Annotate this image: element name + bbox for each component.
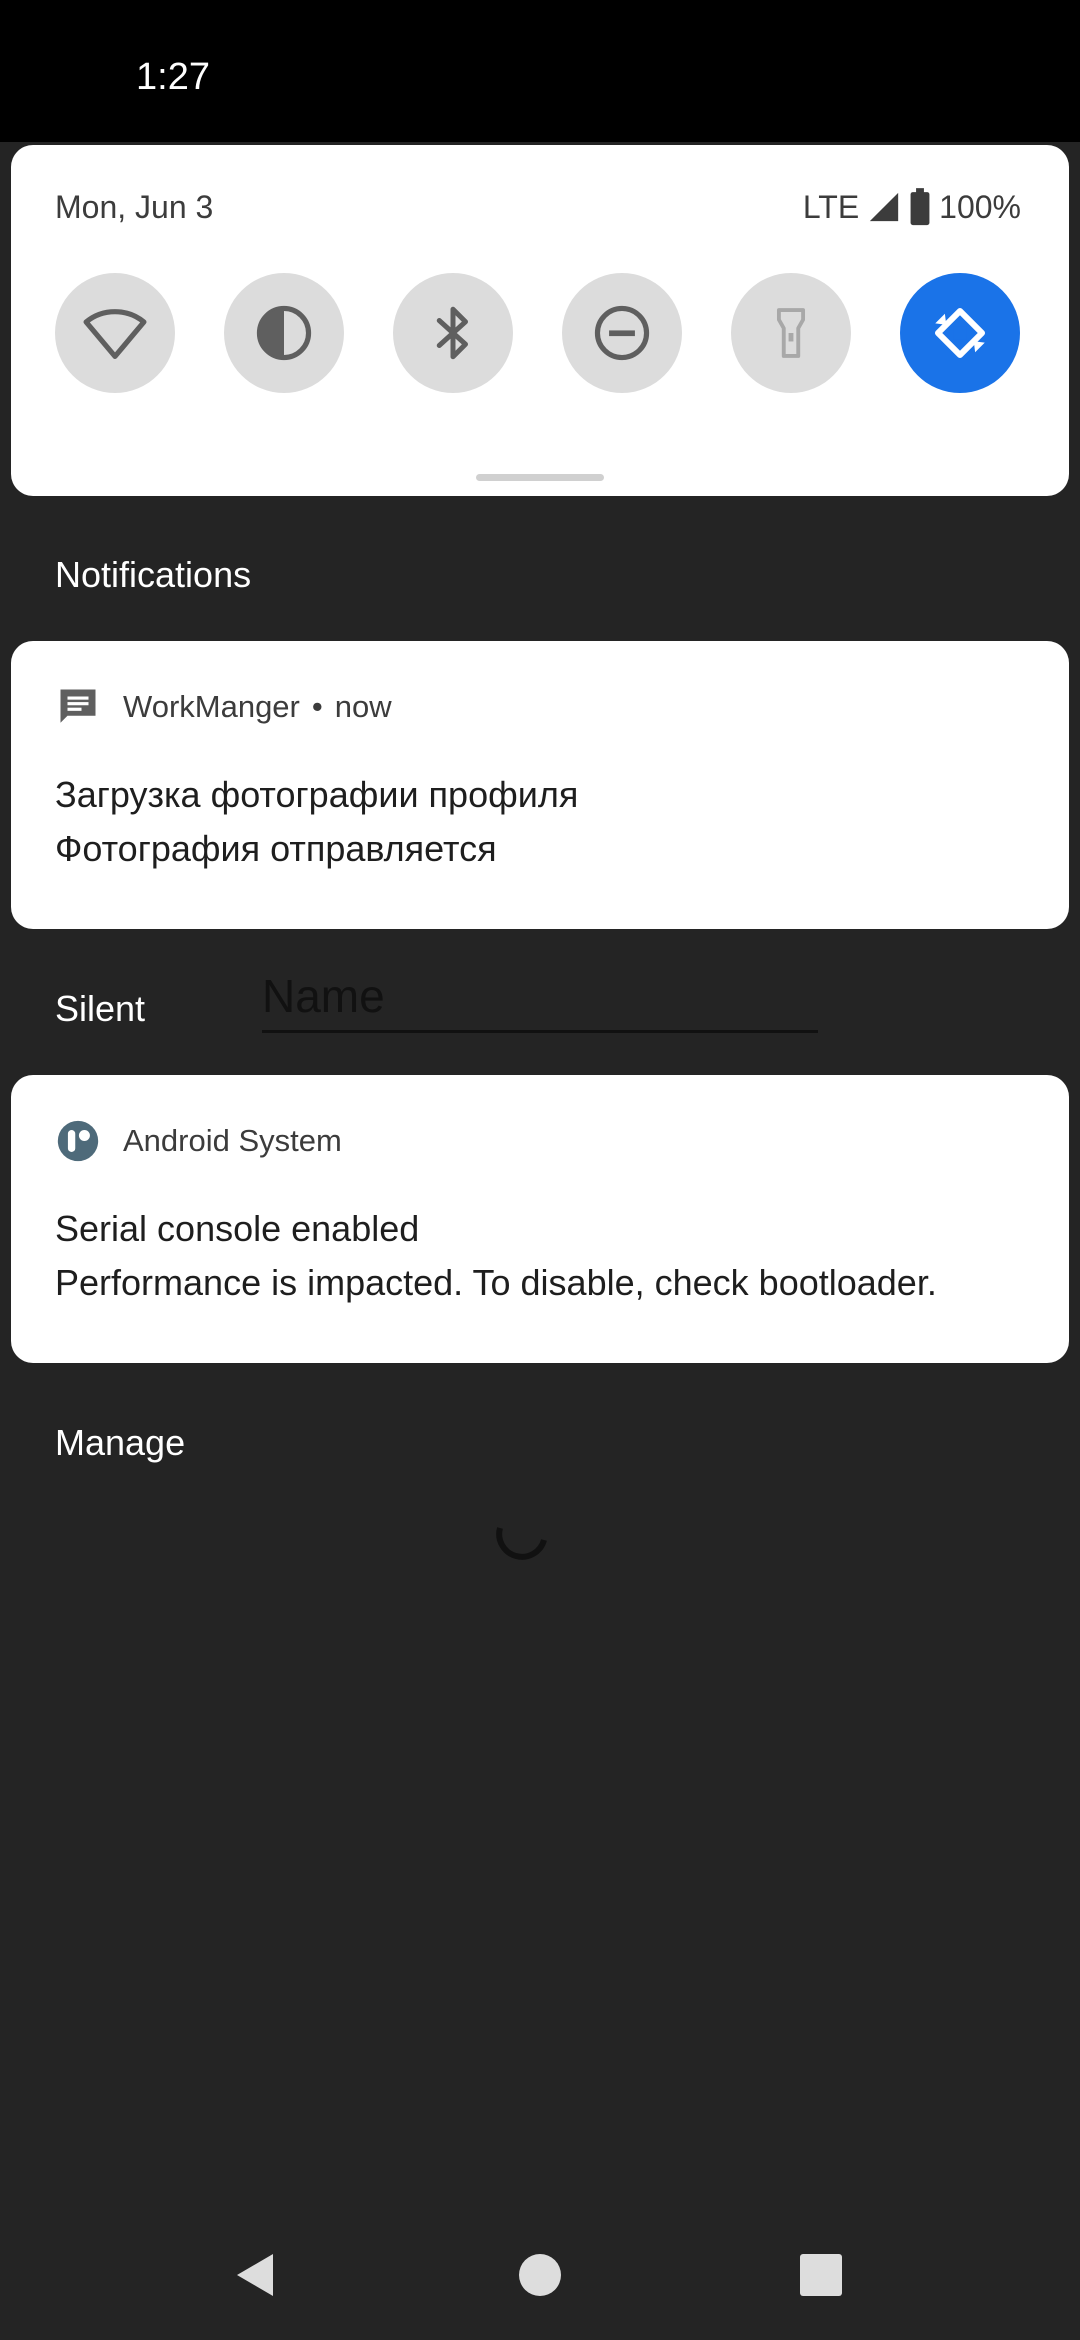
silent-header: Silent [55,988,146,1029]
flashlight-tile[interactable] [731,273,851,393]
notification-time: now [334,689,392,724]
auto-rotate-tile[interactable] [900,273,1020,393]
flashlight-icon [776,308,806,358]
bluetooth-icon [436,306,468,360]
wifi-icon [83,309,147,359]
notification-header: Android System [55,1119,342,1163]
notification-title: Serial console enabled [55,1208,420,1249]
nav-recents-button[interactable] [771,2220,871,2330]
notification-header: WorkManger • now [55,685,392,729]
android-system-icon [55,1119,101,1163]
notification-text: Фотография отправляется [55,828,497,869]
notification-app-name: Android System [123,1123,342,1158]
home-icon [519,2254,561,2296]
loading-spinner-icon [496,1527,547,1560]
name-input[interactable] [262,962,818,1033]
notification-app-name: WorkManger [123,689,300,724]
status-bar-time: 1:27 [136,56,210,98]
nav-back-button[interactable] [206,2220,306,2330]
quick-settings-date[interactable]: Mon, Jun 3 [55,187,213,227]
header-separator: • [311,689,323,724]
do-not-disturb-icon [594,305,650,361]
notification-title: Загрузка фотографии профиля [55,774,579,815]
auto-rotate-icon [934,307,986,359]
manage-notifications-button[interactable]: Manage [55,1421,185,1465]
status-bar: 1:27 [0,0,1080,142]
back-icon [237,2254,273,2296]
nav-home-button[interactable] [490,2220,590,2330]
wifi-tile[interactable] [55,273,175,393]
network-type-label: LTE [802,188,860,225]
recents-icon [800,2254,842,2296]
notification-card-android-system[interactable]: Android System Serial console enabled Pe… [11,1075,1069,1363]
quick-settings-status: LTE 100% [803,185,1021,229]
invert-colors-icon [256,305,312,361]
quick-settings-panel[interactable]: Mon, Jun 3 LTE 100% [11,145,1069,496]
navigation-bar [0,2220,1080,2330]
do-not-disturb-tile[interactable] [562,273,682,393]
message-icon [55,685,101,729]
quick-settings-expand-handle[interactable] [476,474,604,481]
battery-percent: 100% [939,188,1021,225]
notification-card-workmanager[interactable]: WorkManger • now Загрузка фотографии про… [11,641,1069,929]
notifications-header: Notifications [55,554,252,595]
notification-text: Performance is impacted. To disable, che… [55,1262,937,1303]
cell-signal-icon [869,192,899,222]
battery-icon [910,188,930,226]
bluetooth-tile[interactable] [393,273,513,393]
invert-colors-tile[interactable] [224,273,344,393]
